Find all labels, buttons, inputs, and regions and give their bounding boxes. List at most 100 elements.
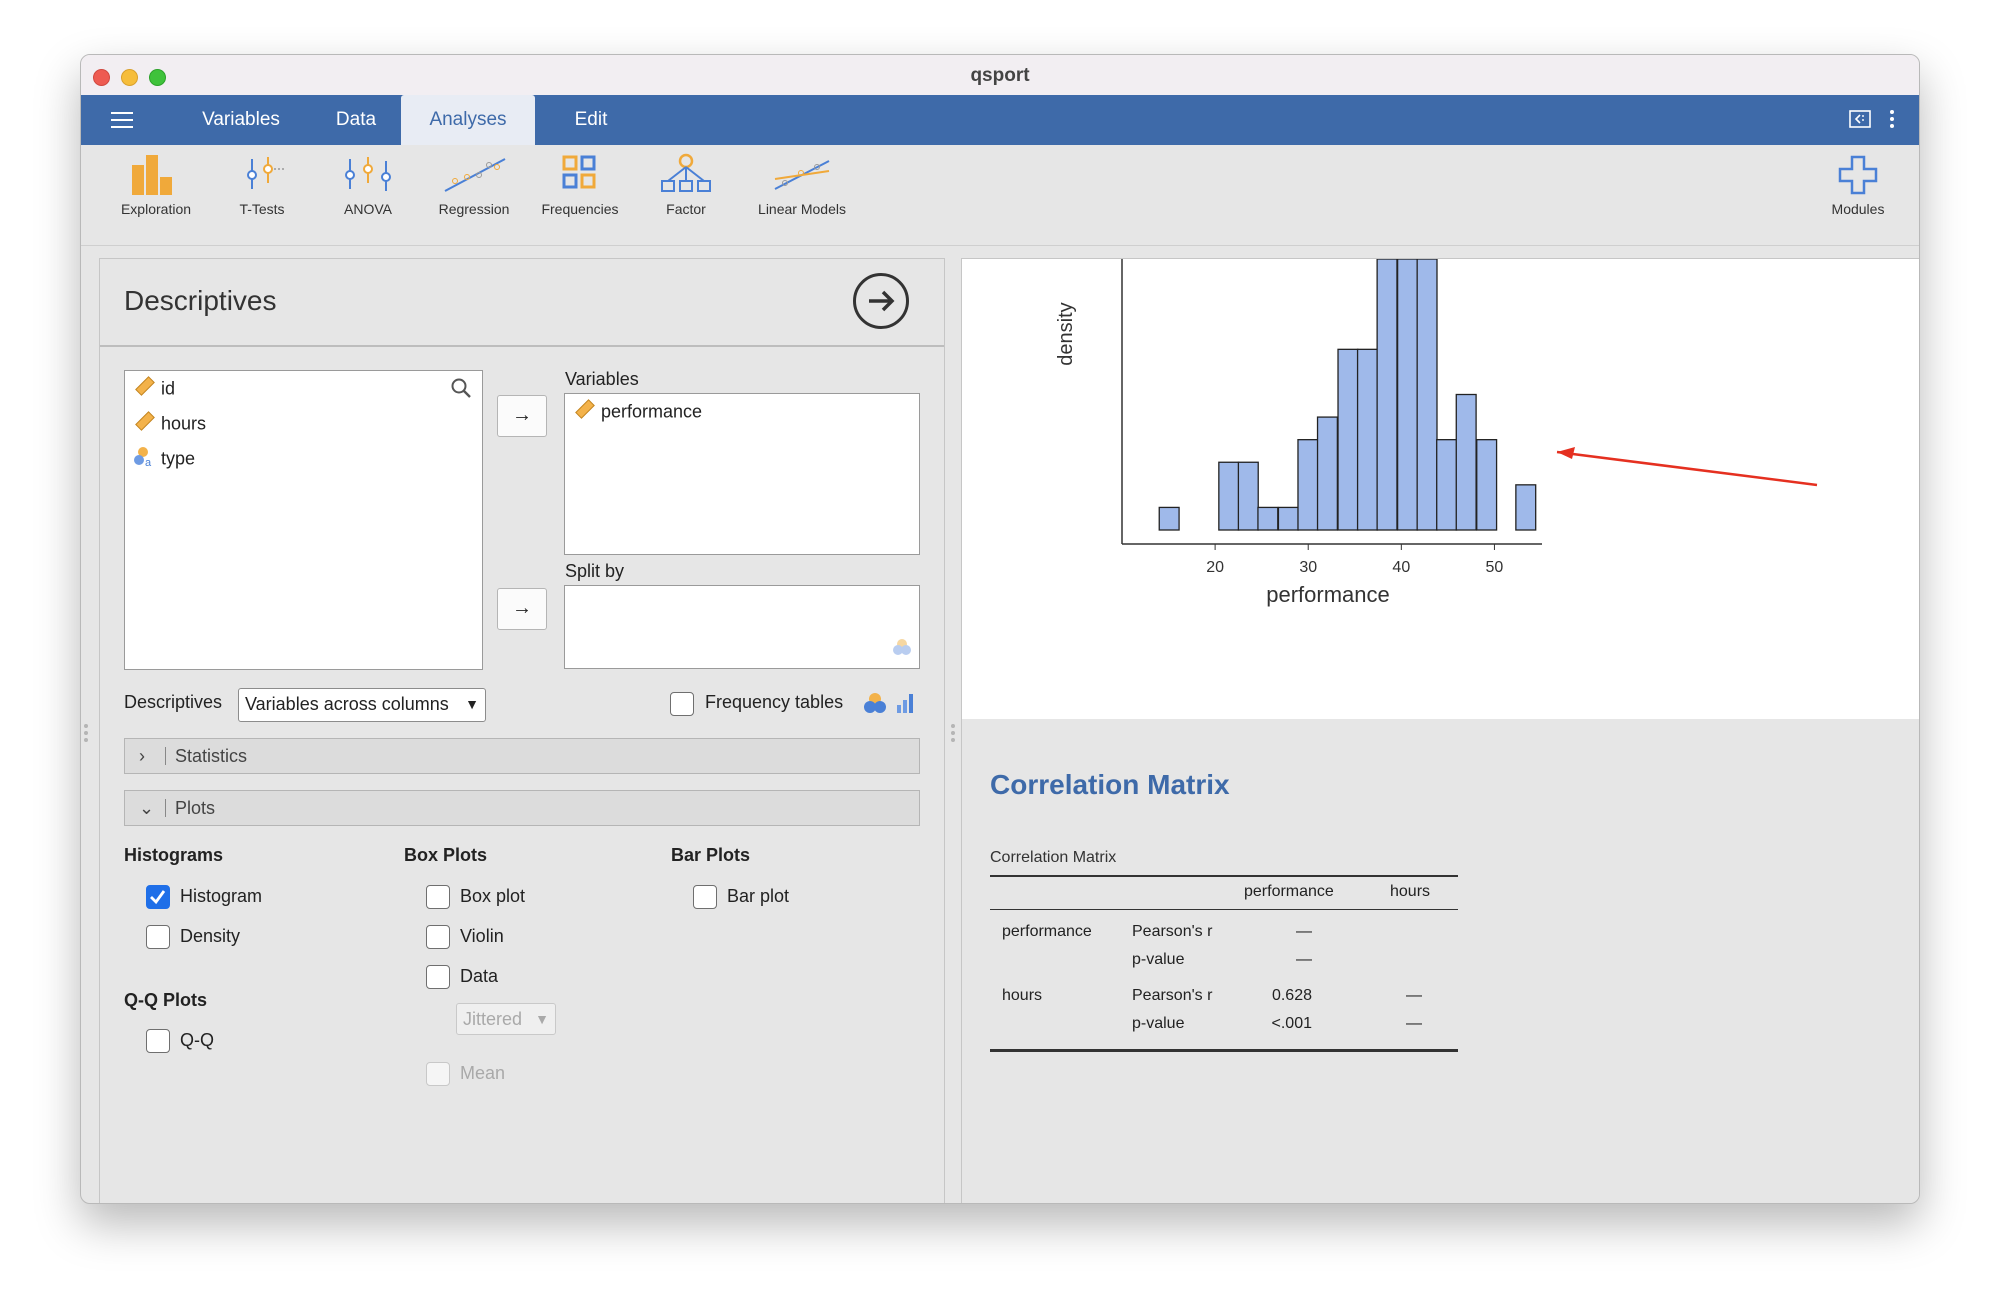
data-checkbox[interactable] [426,965,450,989]
factor-button[interactable]: Factor [631,153,741,233]
mean-checkbox[interactable] [426,1062,450,1086]
variables-list[interactable]: performance [564,393,920,555]
bar-plots-heading: Bar Plots [671,845,751,865]
mean-label: Mean [460,1063,506,1083]
nominal-icon [863,691,887,720]
histogram-bar [1316,416,1339,531]
table-header-rule [990,909,1458,910]
qq-checkbox[interactable] [146,1029,170,1053]
table-top-rule [990,875,1458,877]
exploration-icon [132,155,172,195]
stat-label: p-value [1132,1015,1185,1032]
anova-button[interactable]: ANOVA [313,153,423,233]
move-to-variables-button[interactable]: → [497,395,547,437]
move-to-split-by-button[interactable]: → [497,588,547,630]
exploration-button[interactable]: Exploration [101,153,211,233]
list-item[interactable]: hours [133,410,206,436]
statistics-section-header[interactable]: › Statistics [124,738,920,774]
table-cell: — [1406,1015,1422,1032]
plots-section-header[interactable]: ⌄ Plots [124,790,920,826]
histograms-heading: Histograms [124,845,224,865]
arrow-right-icon [869,290,895,312]
table-bottom-rule [990,1049,1458,1052]
middle-splitter-handle[interactable] [951,724,955,746]
ruler-icon [133,410,155,439]
box-plot-checkbox[interactable] [426,885,450,909]
tab-data[interactable]: Data [306,95,406,145]
modules-button[interactable]: Modules [1803,153,1913,233]
table-cell: 0.628 [1271,987,1312,1004]
correlation-matrix-heading: Correlation Matrix [990,769,1230,800]
linear-models-button[interactable]: Linear Models [737,153,867,233]
results-panel: 20 30 40 50 performance density Correlation… [961,258,1919,1203]
linear-models-icon [774,160,830,190]
split-by-list[interactable] [564,585,920,669]
analyses-ribbon: Exploration T-Tests ANOVA Regression Fre… [81,145,1919,246]
options-panel: Descriptives id hours a type → → Variable… [99,258,945,1203]
frequency-tables-checkbox[interactable] [670,692,694,716]
histogram-bar [1416,258,1438,531]
list-item[interactable]: performance [573,398,702,424]
panel-title: Descriptives [124,285,277,316]
violin-label: Violin [460,926,504,946]
histogram-plot-area: 20 30 40 50 performance density [962,258,1919,719]
menu-bar: Variables Data Analyses Edit [81,95,1919,145]
app-window: qsport Variables Data Analyses Edit Expl… [80,54,1920,1204]
histogram-bar [1376,258,1398,531]
frequencies-button[interactable]: Frequencies [525,153,635,233]
bar-plot-label: Bar plot [727,886,790,906]
qq-plots-heading: Q-Q Plots [124,990,208,1010]
data-display-select[interactable]: Jittered ▼ [456,1003,556,1035]
violin-checkbox[interactable] [426,925,450,949]
regression-icon [444,158,506,192]
title-bar: qsport [81,55,1919,96]
ruler-icon [573,398,595,427]
list-item[interactable]: id [133,375,175,401]
histogram-bar [1277,506,1299,531]
source-variable-list[interactable]: id hours a type [124,370,483,670]
descriptives-label: Descriptives [124,692,223,712]
checkmark-icon [150,890,166,905]
bar-plot-checkbox[interactable] [693,885,717,909]
tab-variables[interactable]: Variables [181,95,301,145]
chevron-down-icon: ⌄ [139,798,155,818]
box-plots-heading: Box Plots [404,845,488,865]
histogram-checkbox[interactable] [146,885,170,909]
x-tick-label: 30 [1299,559,1317,576]
run-analysis-button[interactable] [853,273,909,329]
descriptives-layout-select[interactable]: Variables across columns ▼ [238,688,486,722]
list-item[interactable]: a type [133,445,195,471]
tab-edit[interactable]: Edit [541,95,641,145]
histogram-label: Histogram [180,886,263,906]
regression-button[interactable]: Regression [419,153,529,233]
variables-label: Variables [565,369,639,389]
x-tick-label: 50 [1486,559,1504,576]
histogram-bar [1476,439,1498,531]
more-options-icon[interactable] [1889,109,1895,134]
x-axis-label: performance [1266,582,1390,607]
histogram-bar [1396,258,1419,531]
hamburger-menu-icon[interactable] [111,112,133,128]
svg-text:a: a [145,457,152,467]
table-cell: — [1296,951,1312,968]
correlation-table-caption: Correlation Matrix [990,849,1117,866]
histogram-bar [1297,439,1319,531]
table-cell: <.001 [1271,1015,1312,1032]
t-tests-icon [247,157,286,189]
frequencies-icon [562,155,596,189]
toggle-results-panel-icon[interactable] [1849,109,1871,134]
y-axis-label: density [1055,302,1077,365]
factor-icon [661,153,711,192]
x-tick-label: 40 [1392,559,1410,576]
table-cell: — [1296,923,1312,940]
density-checkbox[interactable] [146,925,170,949]
t-tests-button[interactable]: T-Tests [207,153,317,233]
search-icon[interactable] [450,377,472,404]
left-splitter-handle[interactable] [84,724,88,746]
histogram-bar [1436,439,1458,531]
anova-icon [345,157,391,191]
column-header-hours: hours [1390,883,1431,900]
stat-label: Pearson's r [1132,987,1213,1004]
tab-analyses[interactable]: Analyses [401,95,535,145]
chevron-down-icon: ▼ [535,1011,549,1027]
